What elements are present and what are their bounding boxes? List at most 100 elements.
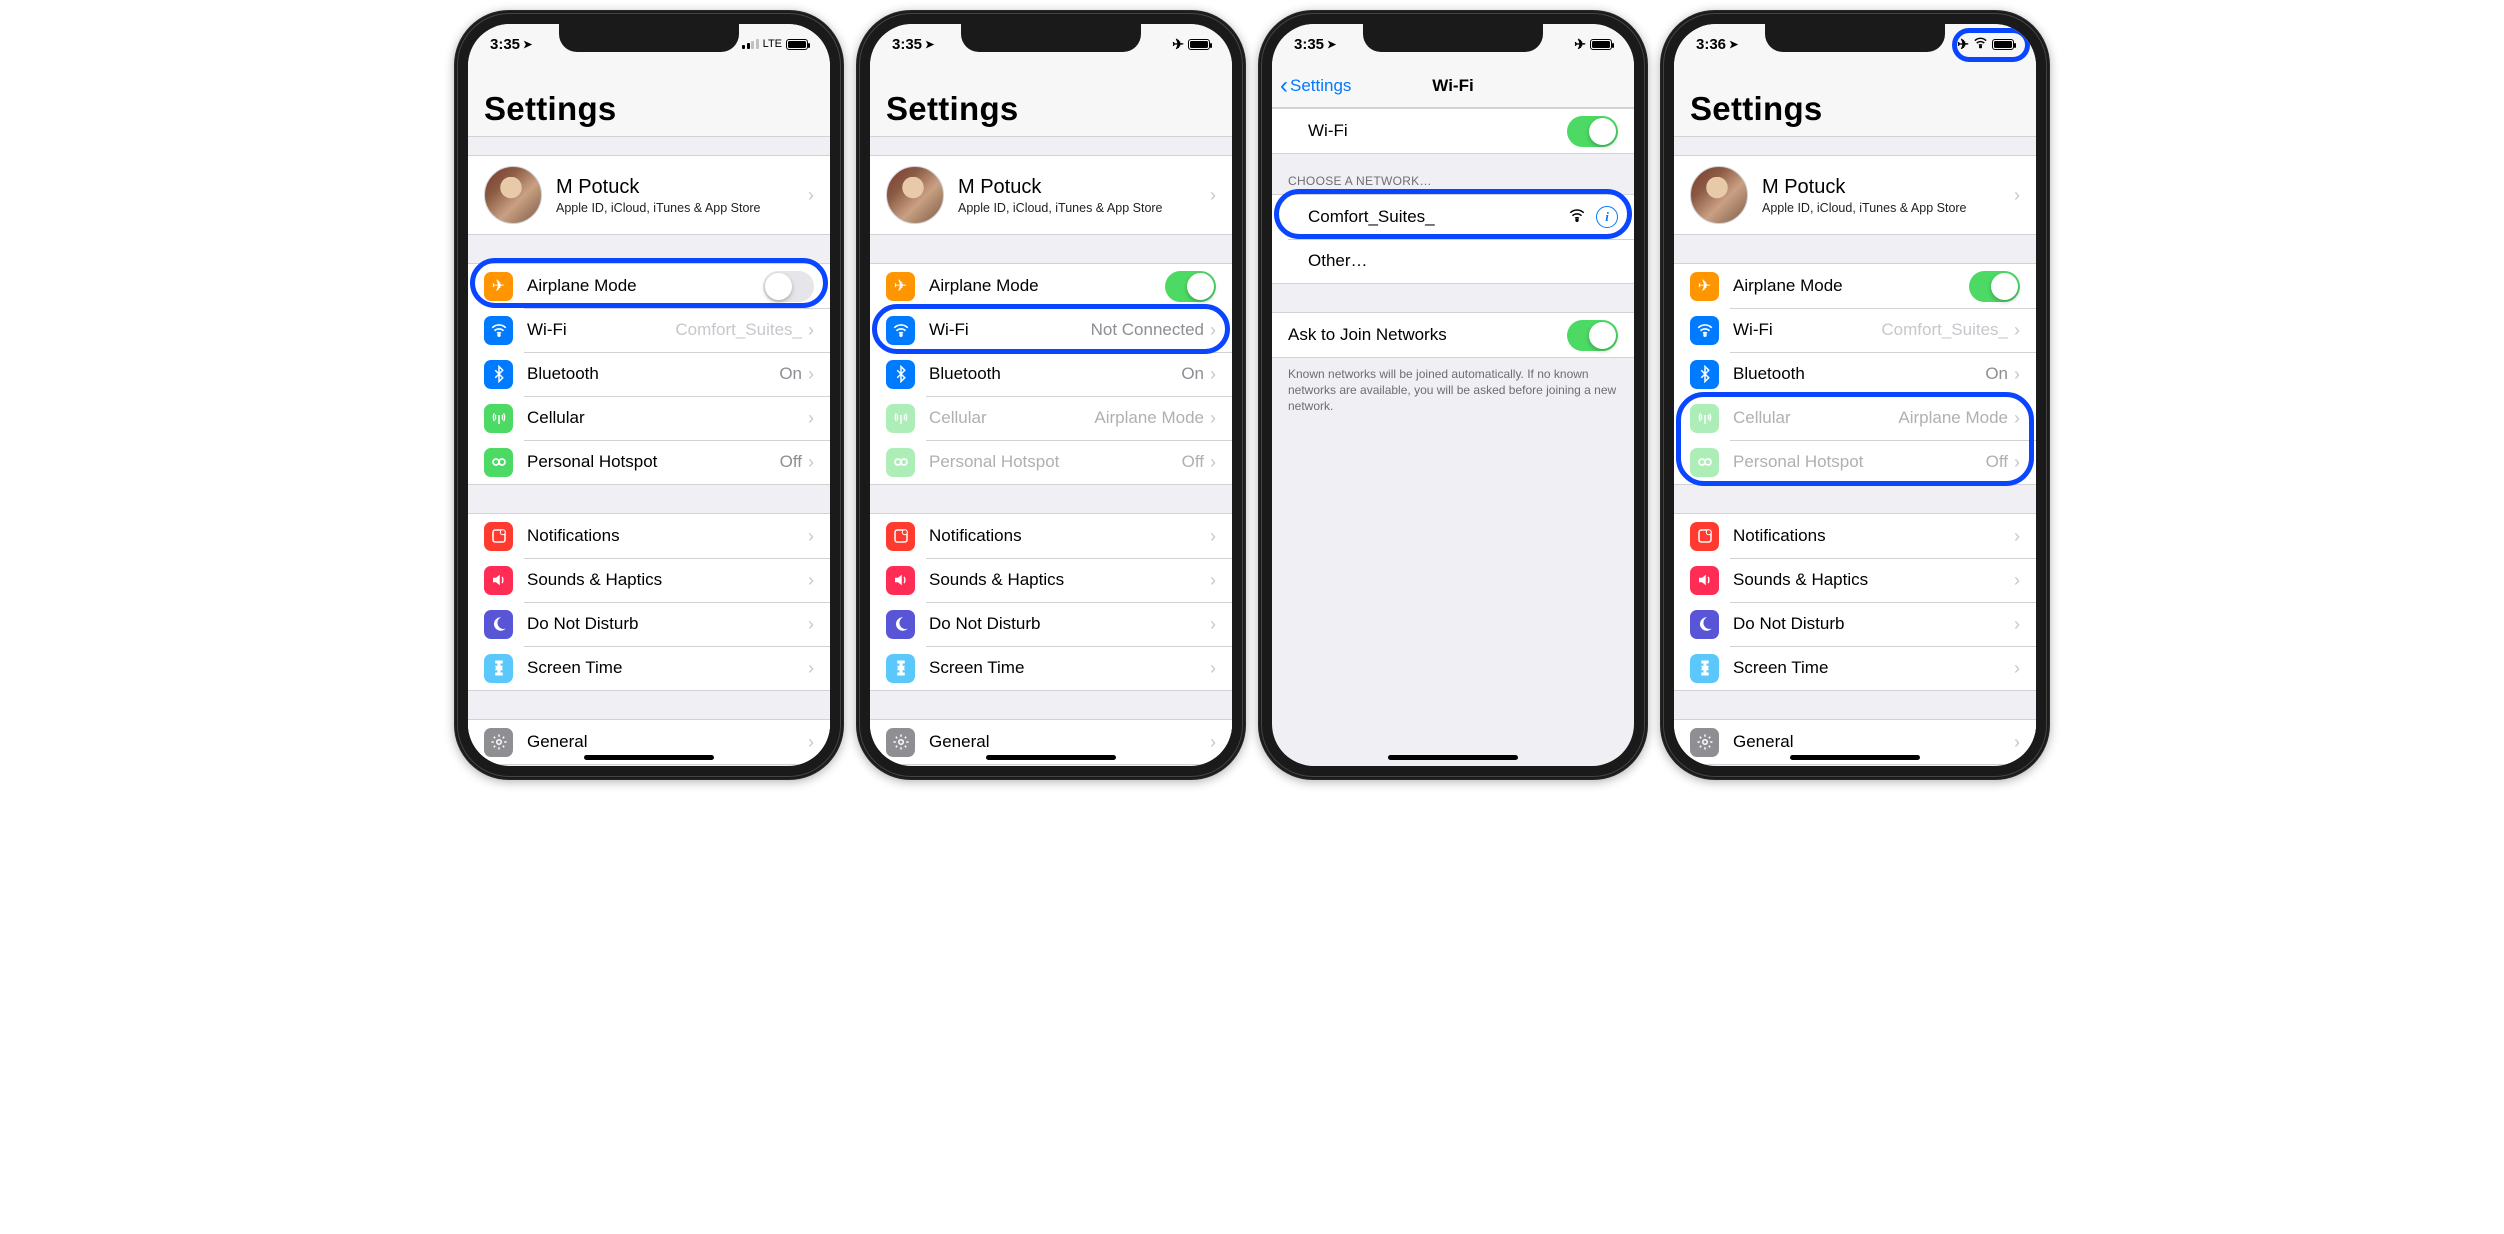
notifications-label: Notifications — [929, 526, 1022, 546]
location-arrow-icon: ➤ — [925, 38, 934, 51]
ask-join-row[interactable]: Ask to Join Networks — [1272, 313, 1634, 357]
page-title: Settings — [886, 90, 1216, 128]
cellular-row[interactable]: Cellular Airplane Mode › — [870, 396, 1232, 440]
content[interactable]: Wi-Fi CHOOSE A NETWORK… Comfort_Suites_ … — [1272, 108, 1634, 423]
profile-name: M Potuck — [1762, 176, 1967, 199]
content[interactable]: M Potuck Apple ID, iCloud, iTunes & App … — [870, 155, 1232, 765]
wifi-row[interactable]: Wi-Fi Comfort_Suites_ › — [468, 308, 830, 352]
bluetooth-icon — [886, 360, 915, 389]
chevron-right-icon: › — [808, 614, 814, 635]
content[interactable]: M Potuck Apple ID, iCloud, iTunes & App … — [1674, 155, 2036, 765]
airplane-mode-row[interactable]: ✈ Airplane Mode — [870, 264, 1232, 308]
sounds-icon — [484, 566, 513, 595]
page-title: Settings — [1690, 90, 2020, 128]
chevron-right-icon: › — [2014, 185, 2020, 206]
airplane-label: Airplane Mode — [929, 276, 1039, 296]
bluetooth-label: Bluetooth — [527, 364, 599, 384]
network-row[interactable]: Comfort_Suites_ i — [1272, 195, 1634, 239]
notifications-row[interactable]: Notifications › — [468, 514, 830, 558]
screentime-row[interactable]: Screen Time› — [870, 646, 1232, 690]
hotspot-label: Personal Hotspot — [1733, 452, 1863, 472]
lte-label: LTE — [763, 38, 782, 50]
sounds-row[interactable]: Sounds & Haptics› — [870, 558, 1232, 602]
back-button[interactable]: ‹ Settings — [1272, 74, 1351, 98]
bluetooth-row[interactable]: Bluetooth On › — [1674, 352, 2036, 396]
chevron-right-icon: › — [808, 526, 814, 547]
home-indicator[interactable] — [1790, 755, 1920, 760]
wifi-toggle-label: Wi-Fi — [1308, 121, 1348, 141]
wifi-label: Wi-Fi — [929, 320, 969, 340]
page-title: Settings — [484, 90, 814, 128]
profile-name: M Potuck — [958, 176, 1163, 199]
gear-icon — [886, 728, 915, 757]
sounds-row[interactable]: Sounds & Haptics› — [1674, 558, 2036, 602]
other-label: Other… — [1308, 251, 1368, 271]
clock: 3:36 — [1696, 36, 1726, 53]
sounds-label: Sounds & Haptics — [1733, 570, 1868, 590]
airplane-toggle[interactable] — [1165, 271, 1216, 302]
battery-icon — [1992, 39, 2014, 50]
dnd-label: Do Not Disturb — [527, 614, 638, 634]
back-label: Settings — [1290, 76, 1351, 96]
notifications-label: Notifications — [527, 526, 620, 546]
chevron-right-icon: › — [808, 185, 814, 206]
wifi-row[interactable]: Wi-Fi Not Connected › — [870, 308, 1232, 352]
screentime-label: Screen Time — [929, 658, 1024, 678]
hotspot-detail: Off — [780, 452, 802, 472]
other-network-row[interactable]: Other… — [1272, 239, 1634, 283]
screentime-row[interactable]: Screen Time› — [1674, 646, 2036, 690]
apple-id-row[interactable]: M Potuck Apple ID, iCloud, iTunes & App … — [870, 156, 1232, 234]
bluetooth-row[interactable]: Bluetooth On › — [870, 352, 1232, 396]
wifi-toggle[interactable] — [1567, 116, 1618, 147]
wifi-row[interactable]: Wi-Fi Comfort_Suites_ › — [1674, 308, 2036, 352]
info-icon[interactable]: i — [1596, 206, 1618, 228]
notifications-row[interactable]: Notifications› — [870, 514, 1232, 558]
chevron-right-icon: › — [2014, 732, 2020, 753]
screentime-row[interactable]: Screen Time › — [468, 646, 830, 690]
airplane-status-icon: ✈ — [1172, 37, 1184, 51]
airplane-status-icon: ✈ — [1574, 37, 1586, 51]
chevron-right-icon: › — [808, 364, 814, 385]
battery-icon — [1188, 39, 1210, 50]
dnd-row[interactable]: Do Not Disturb › — [468, 602, 830, 646]
bluetooth-label: Bluetooth — [1733, 364, 1805, 384]
sounds-row[interactable]: Sounds & Haptics › — [468, 558, 830, 602]
cellular-row[interactable]: Cellular › — [468, 396, 830, 440]
airplane-mode-row[interactable]: ✈ Airplane Mode — [468, 264, 830, 308]
clock: 3:35 — [490, 36, 520, 53]
hotspot-label: Personal Hotspot — [929, 452, 1059, 472]
home-indicator[interactable] — [986, 755, 1116, 760]
hotspot-row[interactable]: Personal Hotspot Off › — [1674, 440, 2036, 484]
cellular-icon — [886, 404, 915, 433]
phone-4: 3:36 ➤ ✈ Settings M Potuck Apple ID, iCl… — [1660, 10, 2050, 780]
cellular-row[interactable]: Cellular Airplane Mode › — [1674, 396, 2036, 440]
content[interactable]: M Potuck Apple ID, iCloud, iTunes & App … — [468, 155, 830, 765]
bluetooth-icon — [1690, 360, 1719, 389]
screentime-label: Screen Time — [527, 658, 622, 678]
wifi-signal-icon — [1568, 206, 1586, 229]
battery-icon — [786, 39, 808, 50]
cellular-label: Cellular — [929, 408, 987, 428]
dnd-row[interactable]: Do Not Disturb› — [1674, 602, 2036, 646]
airplane-toggle[interactable] — [763, 271, 814, 302]
airplane-mode-row[interactable]: ✈ Airplane Mode — [1674, 264, 2036, 308]
airplane-toggle[interactable] — [1969, 271, 2020, 302]
profile-sub: Apple ID, iCloud, iTunes & App Store — [556, 201, 761, 215]
home-indicator[interactable] — [584, 755, 714, 760]
notifications-row[interactable]: Notifications› — [1674, 514, 2036, 558]
wifi-toggle-row[interactable]: Wi-Fi — [1272, 109, 1634, 153]
hotspot-row[interactable]: Personal Hotspot Off › — [870, 440, 1232, 484]
avatar — [886, 166, 944, 224]
apple-id-row[interactable]: M Potuck Apple ID, iCloud, iTunes & App … — [468, 156, 830, 234]
chevron-right-icon: › — [1210, 408, 1216, 429]
hotspot-row[interactable]: Personal Hotspot Off › — [468, 440, 830, 484]
home-indicator[interactable] — [1388, 755, 1518, 760]
airplane-icon: ✈ — [1690, 272, 1719, 301]
apple-id-row[interactable]: M Potuck Apple ID, iCloud, iTunes & App … — [1674, 156, 2036, 234]
bluetooth-row[interactable]: Bluetooth On › — [468, 352, 830, 396]
ask-join-toggle[interactable] — [1567, 320, 1618, 351]
cellular-detail: Airplane Mode — [1898, 408, 2008, 428]
location-arrow-icon: ➤ — [1729, 38, 1738, 51]
dnd-row[interactable]: Do Not Disturb› — [870, 602, 1232, 646]
chevron-right-icon: › — [808, 320, 814, 341]
